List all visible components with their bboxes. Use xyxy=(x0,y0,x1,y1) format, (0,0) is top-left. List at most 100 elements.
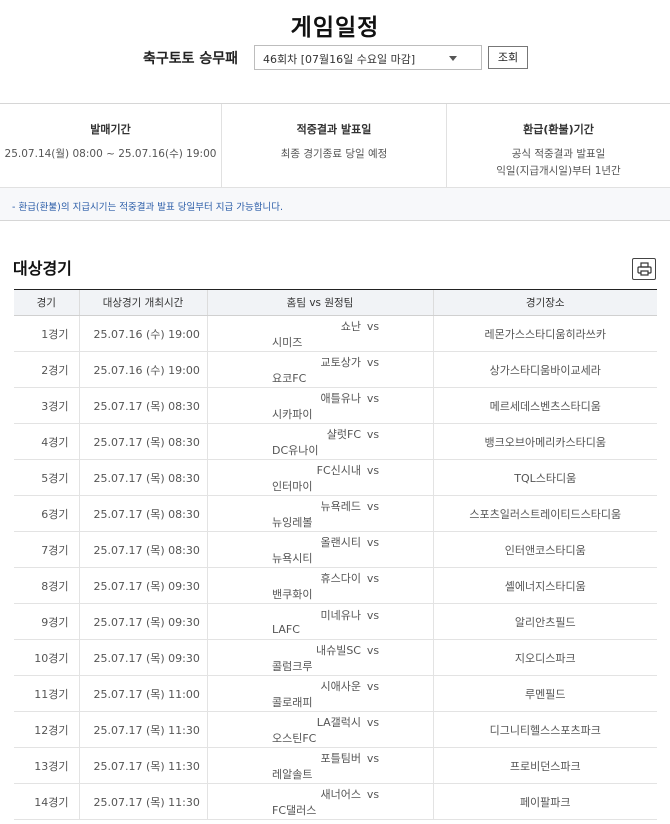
vs-label: vs xyxy=(366,535,380,549)
table-row: 7경기 25.07.17 (목) 08:30 올랜시티 vs 뉴욕시티 인터앤코스타디움 xyxy=(14,531,657,568)
table-row: 3경기 25.07.17 (목) 08:30 애틀유나 vs 시카파이 메르세데스벤츠스타… xyxy=(14,387,657,424)
header-game: 경기 xyxy=(14,289,79,316)
match-teams: 새너어스 vs FC댈러스 xyxy=(206,783,433,820)
match-teams: 휴스다이 vs 밴쿠화이 xyxy=(206,567,433,604)
away-team: 뉴잉레볼 xyxy=(272,515,313,529)
away-team: 밴쿠화이 xyxy=(272,587,313,601)
target-games-table: 경기 대상경기 개최시간 홈팀 vs 원정팀 경기장소 1경기 25.07.16 … xyxy=(14,289,657,820)
game-venue: 페이팔파크 xyxy=(432,783,657,820)
vs-label: vs xyxy=(366,609,380,622)
table-row: 9경기 25.07.17 (목) 09:30 미네유나 vs LAFC 알리안츠필드 xyxy=(14,603,657,640)
match-teams: 미네유나 vs LAFC xyxy=(206,603,433,640)
match-teams: 뉴욕레드 vs 뉴잉레볼 xyxy=(206,495,433,532)
game-number: 4경기 xyxy=(14,423,79,460)
refund-period-line1: 공식 적중결과 발표일 xyxy=(511,148,606,160)
home-team: LA갤럭시 xyxy=(316,715,361,729)
match-teams: 포틀팀버 vs 레알솔트 xyxy=(206,747,433,784)
match-teams: 내슈빌SC vs 콜럼크루 xyxy=(206,639,433,676)
vs-label: vs xyxy=(366,391,380,405)
vs-label: vs xyxy=(366,319,380,333)
game-venue: 프로비던스파크 xyxy=(432,747,657,784)
game-time: 25.07.17 (목) 11:30 xyxy=(78,783,207,820)
away-team: 콜로래피 xyxy=(272,695,313,709)
away-team: 뉴욕시티 xyxy=(272,551,313,565)
game-time: 25.07.17 (목) 11:00 xyxy=(78,675,207,712)
vs-label: vs xyxy=(366,571,380,585)
round-selector-row: 축구토토 승무패 46회차 [07월16일 수요일 마감] 조회 xyxy=(0,45,670,71)
refund-period-line2: 익일(지급개시일)부터 1년간 xyxy=(496,165,621,177)
away-team: 시카파이 xyxy=(272,407,313,421)
game-time: 25.07.16 (수) 19:00 xyxy=(78,351,207,388)
game-number: 9경기 xyxy=(14,603,79,640)
game-venue: 상가스타디움바이교세라 xyxy=(432,351,657,388)
game-number: 2경기 xyxy=(14,351,79,388)
result-date-column: 적중결과 발표일 최종 경기종료 당일 예정 xyxy=(222,104,447,188)
game-venue: 인터앤코스타디움 xyxy=(432,531,657,568)
match-teams: 쇼난 vs 시미즈 xyxy=(206,315,433,352)
game-number: 3경기 xyxy=(14,387,79,424)
table-row: 1경기 25.07.16 (수) 19:00 쇼난 vs 시미즈 레몬가스스타디움히라쓰카 xyxy=(14,315,657,352)
game-number: 8경기 xyxy=(14,567,79,604)
game-time: 25.07.17 (목) 09:30 xyxy=(78,567,207,604)
home-team: 미네유나 xyxy=(320,609,361,622)
home-team: 시애사운 xyxy=(320,679,361,693)
home-team: 내슈빌SC xyxy=(315,643,361,657)
game-venue: 지오디스파크 xyxy=(432,639,657,676)
lookup-button[interactable]: 조회 xyxy=(488,46,528,69)
refund-period-column: 환급(환불)기간 공식 적중결과 발표일 익일(지급개시일)부터 1년간 xyxy=(447,104,670,188)
sale-info-box: 발매기간 25.07.14(월) 08:00 ~ 25.07.16(수) 19:… xyxy=(0,103,670,221)
round-select-value: 46회차 [07월16일 수요일 마감] xyxy=(263,53,416,66)
table-row: 8경기 25.07.17 (목) 09:30 휴스다이 vs 밴쿠화이 셸에너지스타디움 xyxy=(14,567,657,604)
table-row: 13경기 25.07.17 (목) 11:30 포틀팀버 vs 레알솔트 프로비던스파크 xyxy=(14,747,657,784)
home-team: 쇼난 xyxy=(340,319,361,333)
game-name-label: 축구토토 승무패 xyxy=(143,51,239,67)
refund-notice: - 환급(환불)의 지급시기는 적중결과 발표 당일부터 지급 가능합니다. xyxy=(12,202,283,213)
sale-period-column: 발매기간 25.07.14(월) 08:00 ~ 25.07.16(수) 19:… xyxy=(0,104,222,188)
away-team: 오스틴FC xyxy=(272,731,317,745)
printer-icon xyxy=(637,262,652,276)
match-teams: 교토상가 vs 요코FC xyxy=(206,351,433,388)
vs-label: vs xyxy=(366,355,380,369)
header-teams: 홈팀 vs 원정팀 xyxy=(206,289,433,316)
game-number: 13경기 xyxy=(14,747,79,784)
game-time: 25.07.17 (목) 08:30 xyxy=(78,459,207,496)
vs-label: vs xyxy=(366,463,380,477)
game-time: 25.07.17 (목) 08:30 xyxy=(78,387,207,424)
home-team: 새너어스 xyxy=(320,787,361,801)
game-venue: TQL스타디움 xyxy=(432,459,657,496)
match-teams: LA갤럭시 vs 오스틴FC xyxy=(206,711,433,748)
game-venue: 디그니티헬스스포츠파크 xyxy=(432,711,657,748)
game-number: 1경기 xyxy=(14,315,79,352)
game-venue: 셸에너지스타디움 xyxy=(432,567,657,604)
vs-label: vs xyxy=(366,751,380,765)
away-team: 레알솔트 xyxy=(272,767,313,781)
match-teams: FC신시내 vs 인터마이 xyxy=(206,459,433,496)
notice-row: - 환급(환불)의 지급시기는 적중결과 발표 당일부터 지급 가능합니다. xyxy=(0,188,670,221)
table-header-row: 경기 대상경기 개최시간 홈팀 vs 원정팀 경기장소 xyxy=(14,289,657,316)
result-date-label: 적중결과 발표일 xyxy=(296,123,372,136)
home-team: 휴스다이 xyxy=(320,571,361,585)
game-number: 12경기 xyxy=(14,711,79,748)
round-select[interactable]: 46회차 [07월16일 수요일 마감] xyxy=(254,45,482,70)
game-number: 5경기 xyxy=(14,459,79,496)
game-time: 25.07.17 (목) 08:30 xyxy=(78,531,207,568)
away-team: 인터마이 xyxy=(272,479,313,493)
section-title: 대상경기 xyxy=(13,259,72,278)
refund-period-label: 환급(환불)기간 xyxy=(523,123,594,136)
game-venue: 알리안츠필드 xyxy=(432,603,657,640)
away-team: LAFC xyxy=(272,623,300,636)
game-number: 10경기 xyxy=(14,639,79,676)
header-venue: 경기장소 xyxy=(432,289,657,316)
game-number: 14경기 xyxy=(14,783,79,820)
game-venue: 레몬가스스타디움히라쓰카 xyxy=(432,315,657,352)
table-row: 6경기 25.07.17 (목) 08:30 뉴욕레드 vs 뉴잉레볼 스포츠일러스트레이… xyxy=(14,495,657,532)
page-title: 게임일정 xyxy=(290,15,380,41)
print-button[interactable] xyxy=(632,258,656,280)
game-time: 25.07.17 (목) 08:30 xyxy=(78,495,207,532)
vs-label: vs xyxy=(366,499,380,513)
vs-label: vs xyxy=(366,715,380,729)
table-row: 10경기 25.07.17 (목) 09:30 내슈빌SC vs 콜럼크루 지오디스파크 xyxy=(14,639,657,676)
away-team: 콜럼크루 xyxy=(272,659,313,673)
home-team: 애틀유나 xyxy=(320,391,361,405)
away-team: DC유나이 xyxy=(272,443,319,457)
